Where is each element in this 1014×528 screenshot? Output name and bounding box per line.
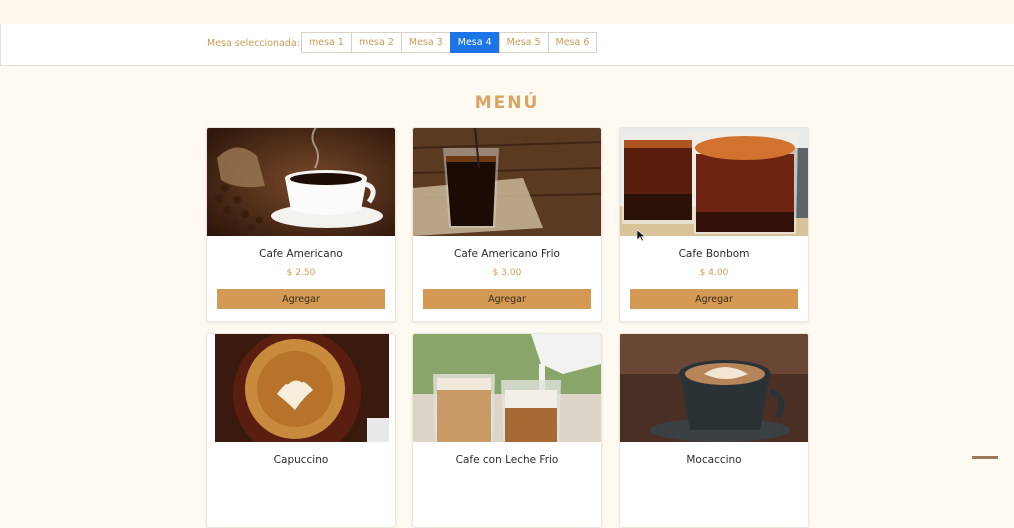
item-price: $ 3.00 (492, 268, 522, 278)
item-name: Cafe Americano (259, 248, 343, 260)
table-button-6[interactable]: Mesa 6 (547, 32, 598, 53)
menu-card-mocaccino: Mocaccino (619, 333, 809, 528)
add-button[interactable]: Agregar (630, 289, 798, 309)
add-button[interactable]: Agregar (423, 289, 591, 309)
table-selector-label: Mesa seleccionada: (207, 38, 300, 49)
mocaccino-image (620, 334, 808, 442)
item-name: Mocaccino (686, 454, 742, 466)
cafe-leche-frio-image (413, 334, 601, 442)
table-button-4[interactable]: Mesa 4 (449, 32, 500, 53)
item-price: $ 2.50 (286, 268, 316, 278)
add-button[interactable]: Agregar (217, 289, 385, 309)
menu-card-americano-frio: Cafe Americano Frio $ 3.00 Agregar (412, 127, 602, 322)
cafe-americano-frio-image (413, 128, 601, 236)
table-selector-bar: Mesa seleccionada: mesa 1 mesa 2 Mesa 3 … (0, 24, 1014, 66)
item-name: Capuccino (273, 454, 329, 466)
top-strip (0, 0, 1014, 24)
menu-card-bonbom: Cafe Bonbom $ 4.00 Agregar (619, 127, 809, 322)
item-name: Cafe con Leche Frio (455, 454, 559, 466)
menu-card-capuccino: Capuccino (206, 333, 396, 528)
item-name: Cafe Americano Frio (454, 248, 560, 260)
cafe-americano-image (207, 128, 395, 236)
item-name: Cafe Bonbom (678, 248, 750, 260)
table-button-1[interactable]: mesa 1 (301, 32, 352, 53)
table-button-group: mesa 1 mesa 2 Mesa 3 Mesa 4 Mesa 5 Mesa … (301, 32, 598, 53)
mouse-cursor-icon (637, 230, 645, 242)
menu-title: MENÚ (474, 93, 540, 113)
table-button-2[interactable]: mesa 2 (350, 32, 402, 53)
menu-card-leche-frio: Cafe con Leche Frio (412, 333, 602, 528)
cafe-bonbom-image (620, 128, 808, 236)
capuccino-image (207, 334, 395, 442)
table-button-5[interactable]: Mesa 5 (498, 32, 549, 53)
table-button-3[interactable]: Mesa 3 (400, 32, 451, 53)
menu-card-americano: Cafe Americano $ 2.50 Agregar (206, 127, 396, 322)
item-price: $ 4.00 (699, 268, 729, 278)
